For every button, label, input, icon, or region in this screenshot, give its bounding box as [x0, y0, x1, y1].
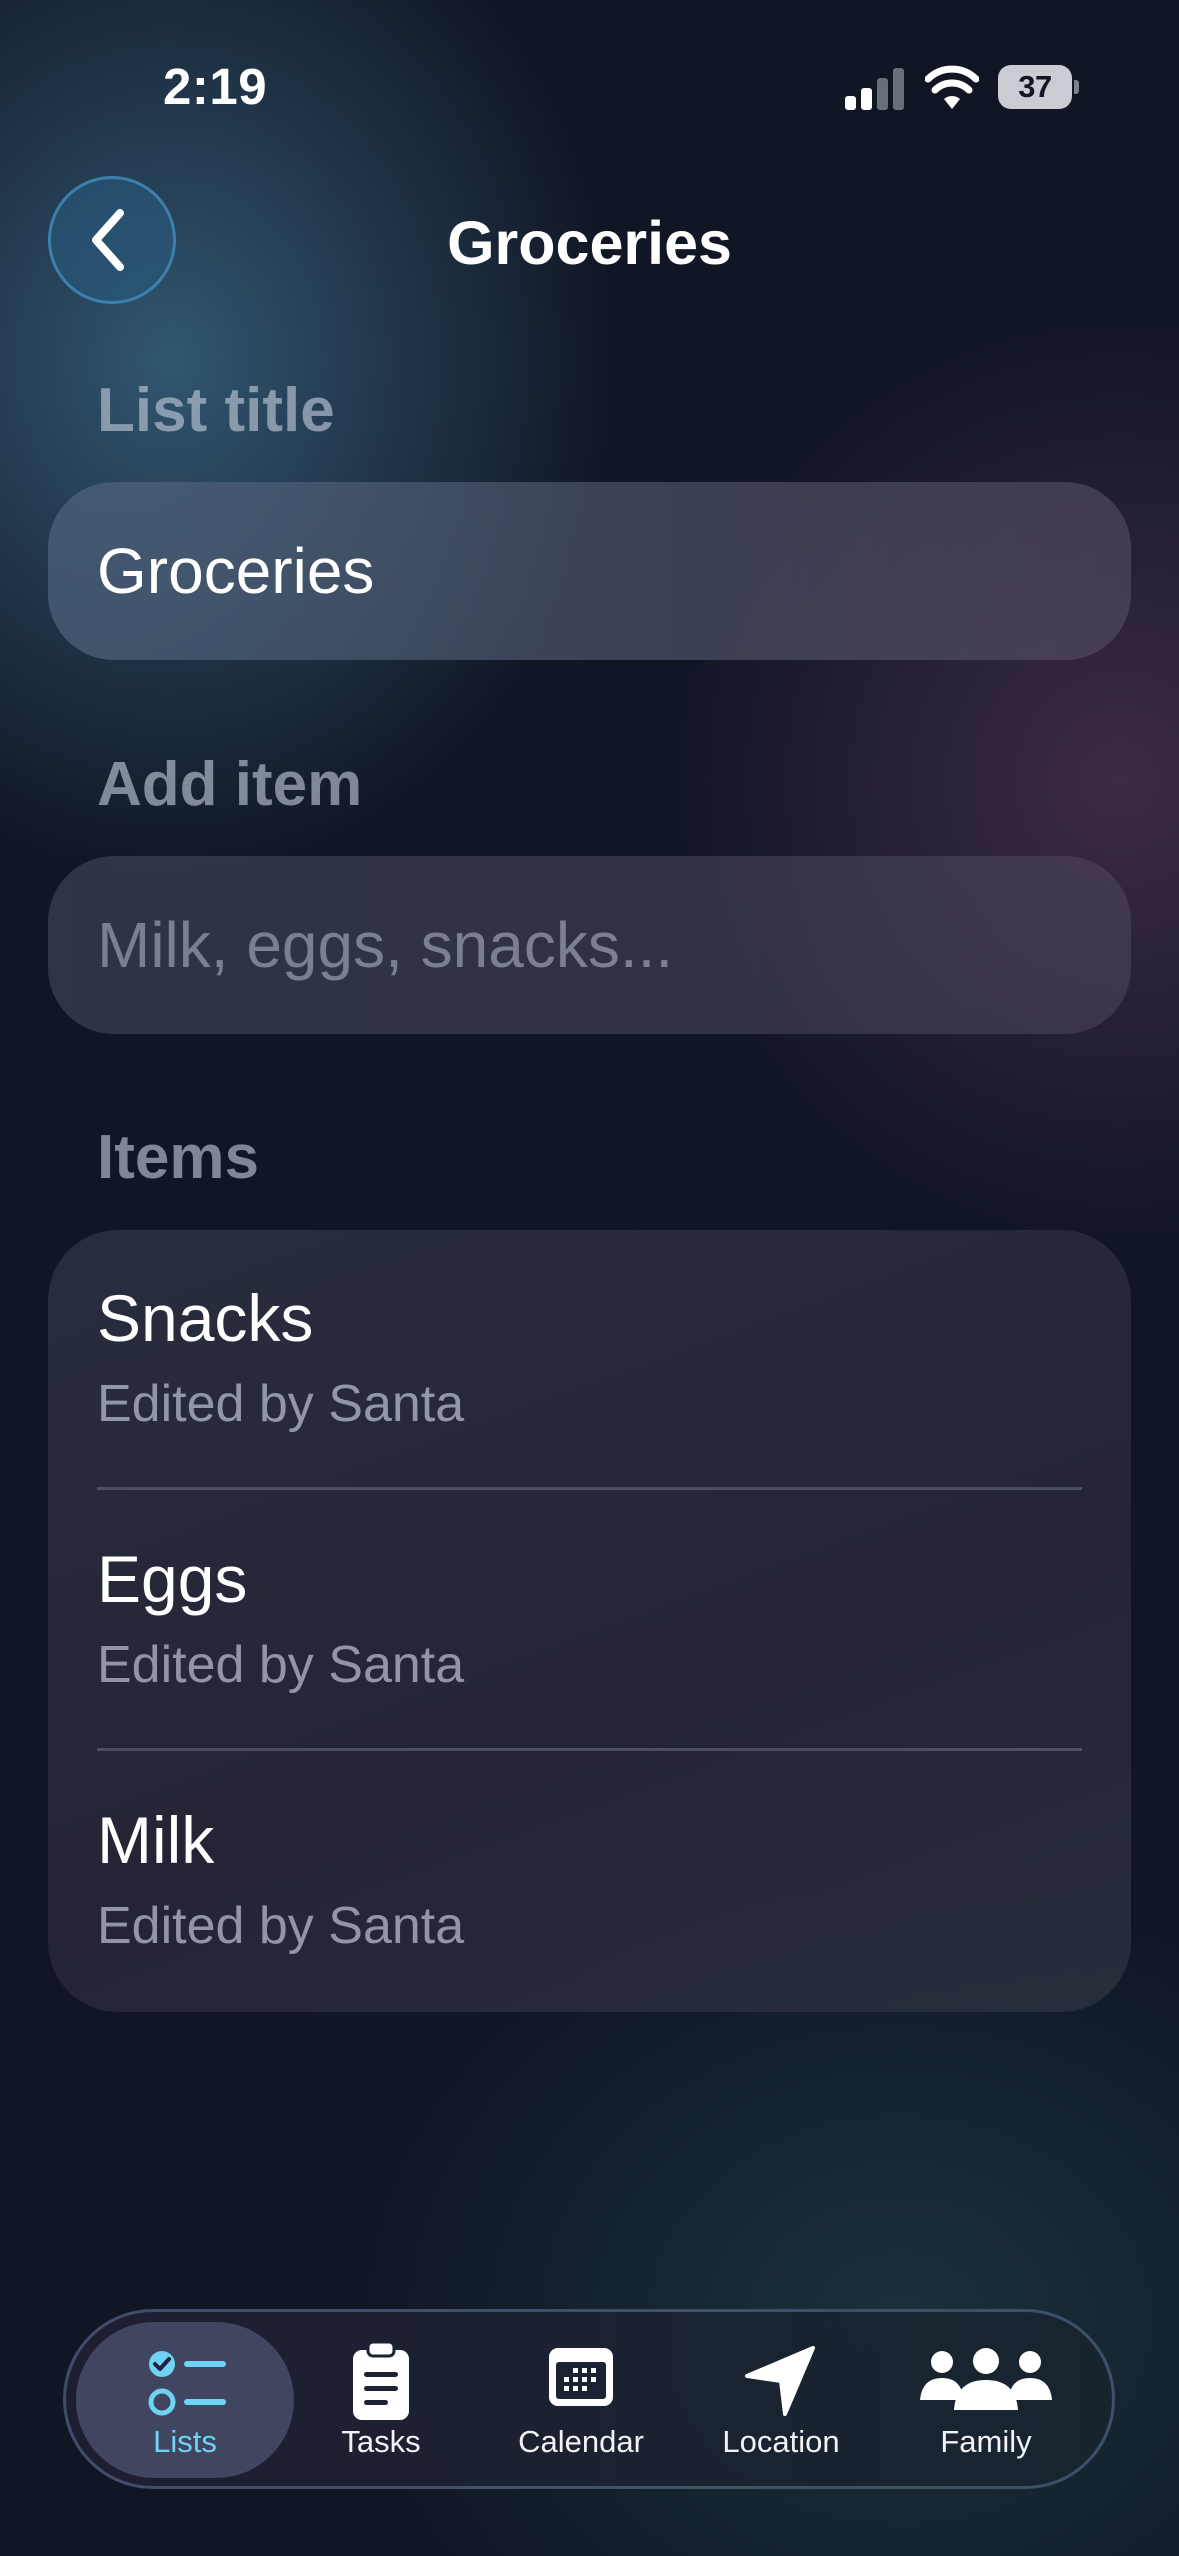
battery-level: 37: [998, 65, 1072, 109]
people-icon: [920, 2348, 1052, 2410]
tab-location[interactable]: Location: [681, 2322, 881, 2478]
tab-label: Family: [940, 2424, 1032, 2459]
tab-tasks[interactable]: Tasks: [291, 2322, 471, 2478]
list-item[interactable]: Milk Edited by Santa: [48, 1752, 1131, 2013]
list-title-label: List title: [97, 376, 335, 445]
tab-label: Tasks: [341, 2424, 421, 2459]
tab-family[interactable]: Family: [886, 2322, 1086, 2478]
calendar-icon: [549, 2348, 613, 2406]
item-name: Snacks: [97, 1281, 314, 1355]
cellular-signal-icon: [845, 68, 904, 110]
tab-calendar[interactable]: Calendar: [476, 2322, 686, 2478]
checklist-icon: [148, 2351, 226, 2416]
add-item-placeholder: Milk, eggs, snacks...: [97, 909, 674, 981]
tab-label: Location: [722, 2424, 840, 2459]
status-bar: 2:19 37: [0, 0, 1179, 150]
page-title: Groceries: [447, 209, 732, 277]
divider: [97, 1487, 1082, 1490]
item-editor: Edited by Santa: [97, 1375, 465, 1433]
battery-cap: [1074, 80, 1079, 94]
divider: [97, 1748, 1082, 1751]
clipboard-icon: [353, 2340, 409, 2420]
status-time: 2:19: [163, 58, 268, 115]
item-editor: Edited by Santa: [97, 1636, 465, 1694]
tab-bar: Lists Tasks Calendar Location Family: [63, 2309, 1115, 2489]
add-item-input[interactable]: Milk, eggs, snacks...: [48, 856, 1131, 1034]
tab-lists[interactable]: Lists: [76, 2322, 294, 2478]
item-name: Eggs: [97, 1542, 248, 1616]
items-label: Items: [97, 1123, 259, 1192]
list-item[interactable]: Eggs Edited by Santa: [48, 1491, 1131, 1752]
item-name: Milk: [97, 1803, 215, 1877]
list-title-input[interactable]: Groceries: [48, 482, 1131, 660]
battery-icon: 37: [998, 65, 1079, 109]
item-editor: Edited by Santa: [97, 1897, 465, 1955]
add-item-label: Add item: [97, 750, 363, 819]
items-list: Snacks Edited by Santa Eggs Edited by Sa…: [48, 1230, 1131, 2012]
location-arrow-icon: [745, 2346, 815, 2416]
list-item[interactable]: Snacks Edited by Santa: [48, 1230, 1131, 1491]
wifi-icon: [925, 65, 979, 109]
tab-label: Calendar: [518, 2424, 644, 2459]
list-title-value: Groceries: [97, 535, 375, 607]
tab-label: Lists: [153, 2424, 217, 2459]
